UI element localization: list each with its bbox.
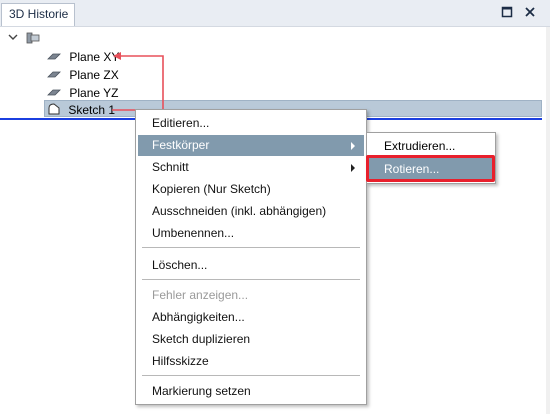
- menu-item-kopieren[interactable]: Kopieren (Nur Sketch): [138, 179, 364, 200]
- menu-item-umbenennen[interactable]: Umbenennen...: [138, 223, 364, 244]
- submenu-arrow-icon: [351, 142, 355, 150]
- menu-separator: [142, 279, 360, 280]
- context-menu: Editieren... Festkörper Schnitt Kopieren…: [135, 109, 367, 405]
- submenu-item-extrudieren[interactable]: Extrudieren...: [369, 135, 493, 157]
- menu-item-markierung-setzen[interactable]: Markierung setzen: [138, 381, 364, 402]
- annotation-highlight-box: [366, 155, 495, 182]
- menu-item-hilfsskizze[interactable]: Hilfsskizze: [138, 351, 364, 372]
- menu-item-fehler-anzeigen: Fehler anzeigen...: [152, 288, 249, 302]
- menu-separator: [142, 247, 360, 248]
- menu-item-sketch-duplizieren[interactable]: Sketch duplizieren: [138, 329, 364, 350]
- menu-item-loeschen[interactable]: Löschen...: [138, 255, 364, 276]
- submenu-arrow-icon: [351, 164, 355, 172]
- menu-item-abhaengigkeiten[interactable]: Abhängigkeiten...: [138, 307, 364, 328]
- menu-item-ausschneiden[interactable]: Ausschneiden (inkl. abhängigen): [138, 201, 364, 222]
- menu-item-schnitt[interactable]: Schnitt: [138, 157, 364, 178]
- menu-separator: [142, 375, 360, 376]
- menu-item-editieren[interactable]: Editieren...: [138, 113, 364, 134]
- menu-item-festkoerper[interactable]: Festkörper: [138, 135, 364, 156]
